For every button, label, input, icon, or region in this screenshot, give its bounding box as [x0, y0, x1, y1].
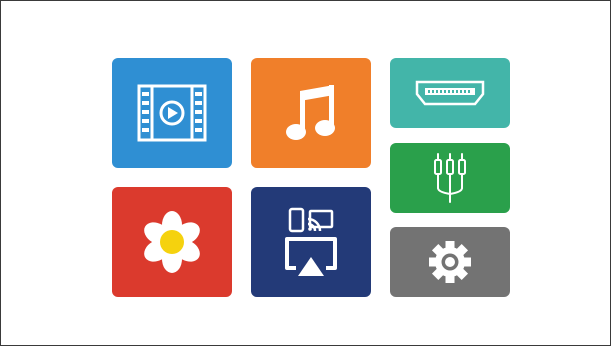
screen-mirror-icon [285, 207, 337, 276]
launcher-screen [0, 0, 611, 346]
rca-cable-icon [434, 153, 466, 203]
music-tile[interactable] [251, 58, 371, 168]
music-note-icon [286, 85, 335, 140]
settings-tile[interactable] [390, 227, 510, 297]
hdmi-port-icon [415, 80, 485, 106]
hdmi-tile[interactable] [390, 58, 510, 128]
gear-icon [429, 241, 471, 283]
video-tile[interactable] [112, 58, 232, 168]
flower-icon [144, 211, 200, 273]
screen-mirror-tile[interactable] [251, 187, 371, 297]
av-input-tile[interactable] [390, 143, 510, 213]
photo-tile[interactable] [112, 187, 232, 297]
film-play-icon [137, 84, 207, 142]
